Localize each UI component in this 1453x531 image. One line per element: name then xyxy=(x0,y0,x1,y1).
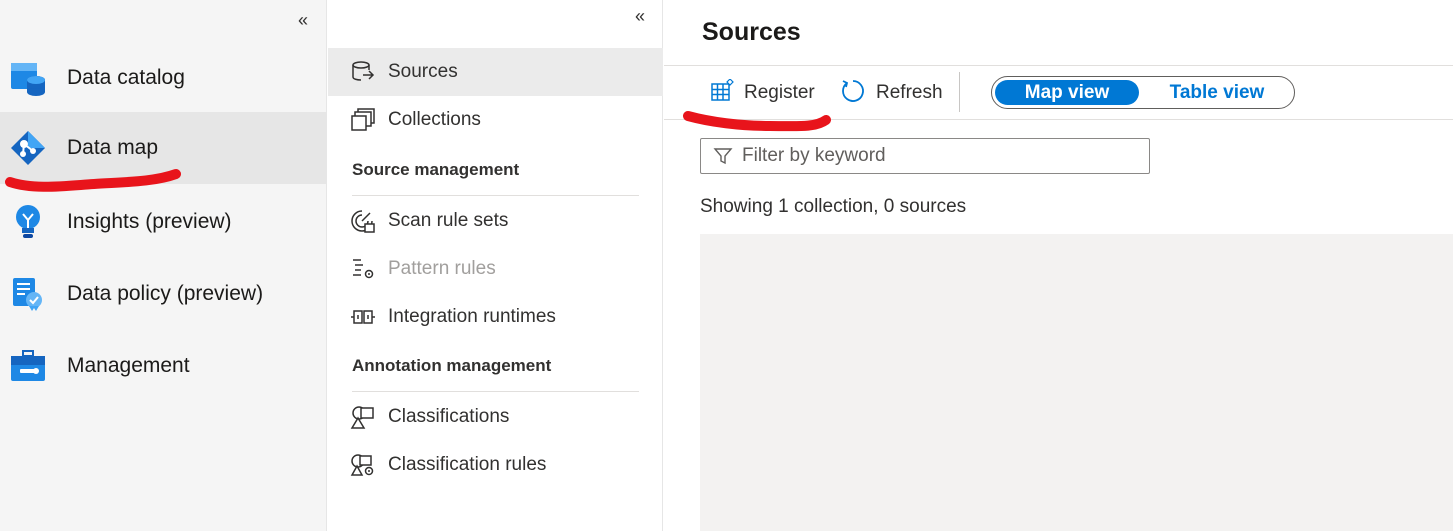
integration-runtimes-icon xyxy=(350,304,376,330)
nav-item-data-catalog[interactable]: Data catalog xyxy=(0,42,327,114)
table-view-toggle[interactable]: Table view xyxy=(1147,80,1287,105)
management-icon xyxy=(10,348,46,384)
classification-rules-icon xyxy=(350,452,376,478)
section-header-source-management: Source management xyxy=(352,160,520,179)
nav-item-label: Scan rule sets xyxy=(388,210,509,231)
refresh-button[interactable]: Refresh xyxy=(840,78,943,108)
app-root: « Data catalog Data map Insights (previe… xyxy=(0,0,1453,531)
nav-item-classification-rules[interactable]: Classification rules xyxy=(328,441,663,489)
nav-item-classifications[interactable]: Classifications xyxy=(328,393,663,441)
filter-box xyxy=(700,138,1150,174)
nav-item-data-map[interactable]: Data map xyxy=(0,112,327,184)
view-toggle: Map view Table view xyxy=(991,76,1295,109)
nav-item-label: Integration runtimes xyxy=(388,306,556,327)
main-content: Sources Register Refresh Map view Table … xyxy=(664,0,1453,531)
secondary-nav: « Sources Collections Source management … xyxy=(328,0,663,531)
register-label: Register xyxy=(744,82,815,103)
refresh-icon xyxy=(840,78,866,109)
sources-icon xyxy=(350,59,376,85)
map-canvas[interactable] xyxy=(700,234,1453,531)
nav-item-label: Management xyxy=(67,354,190,377)
classifications-icon xyxy=(350,404,376,430)
nav-item-label: Data catalog xyxy=(67,66,185,89)
page-title: Sources xyxy=(702,18,801,46)
register-grid-icon xyxy=(710,77,734,108)
nav-item-label: Insights (preview) xyxy=(67,210,232,233)
filter-keyword-input[interactable] xyxy=(742,145,1142,167)
nav-item-label: Pattern rules xyxy=(388,258,496,279)
refresh-label: Refresh xyxy=(876,82,943,103)
pattern-rules-icon xyxy=(350,256,376,282)
collapse-secondary-nav-button[interactable]: « xyxy=(635,6,645,27)
section-divider xyxy=(352,195,639,196)
section-header-annotation-management: Annotation management xyxy=(352,356,552,375)
nav-item-sources[interactable]: Sources xyxy=(328,48,663,96)
data-map-icon xyxy=(10,130,46,166)
nav-item-collections[interactable]: Collections xyxy=(328,96,663,144)
nav-item-integration-runtimes[interactable]: Integration runtimes xyxy=(328,293,663,341)
nav-item-data-policy[interactable]: Data policy (preview) xyxy=(0,258,327,330)
collapse-left-nav-button[interactable]: « xyxy=(298,10,308,31)
register-button[interactable]: Register xyxy=(710,77,815,108)
nav-item-label: Classification rules xyxy=(388,454,547,475)
nav-item-pattern-rules[interactable]: Pattern rules xyxy=(328,245,663,293)
nav-item-label: Data policy (preview) xyxy=(67,282,264,305)
command-bar: Register Refresh Map view Table view xyxy=(664,65,1453,132)
toolbar-separator xyxy=(959,72,960,112)
nav-item-insights[interactable]: Insights (preview) xyxy=(0,186,327,258)
left-nav: « Data catalog Data map Insights (previe… xyxy=(0,0,327,531)
data-catalog-icon xyxy=(10,60,46,96)
nav-item-label: Data map xyxy=(67,136,159,159)
scan-rule-sets-icon xyxy=(350,208,376,234)
data-policy-icon xyxy=(10,276,46,312)
nav-item-management[interactable]: Management xyxy=(0,330,327,402)
nav-item-scan-rule-sets[interactable]: Scan rule sets xyxy=(328,197,663,245)
nav-item-label: Collections xyxy=(388,109,481,130)
nav-item-label: Sources xyxy=(388,61,458,82)
collections-icon xyxy=(350,107,376,133)
annotation-underline xyxy=(683,111,831,132)
filter-funnel-icon xyxy=(712,145,734,167)
insights-icon xyxy=(10,204,46,240)
map-view-toggle[interactable]: Map view xyxy=(995,80,1139,105)
results-count-text: Showing 1 collection, 0 sources xyxy=(700,196,967,217)
nav-item-label: Classifications xyxy=(388,406,510,427)
section-divider xyxy=(352,391,639,392)
